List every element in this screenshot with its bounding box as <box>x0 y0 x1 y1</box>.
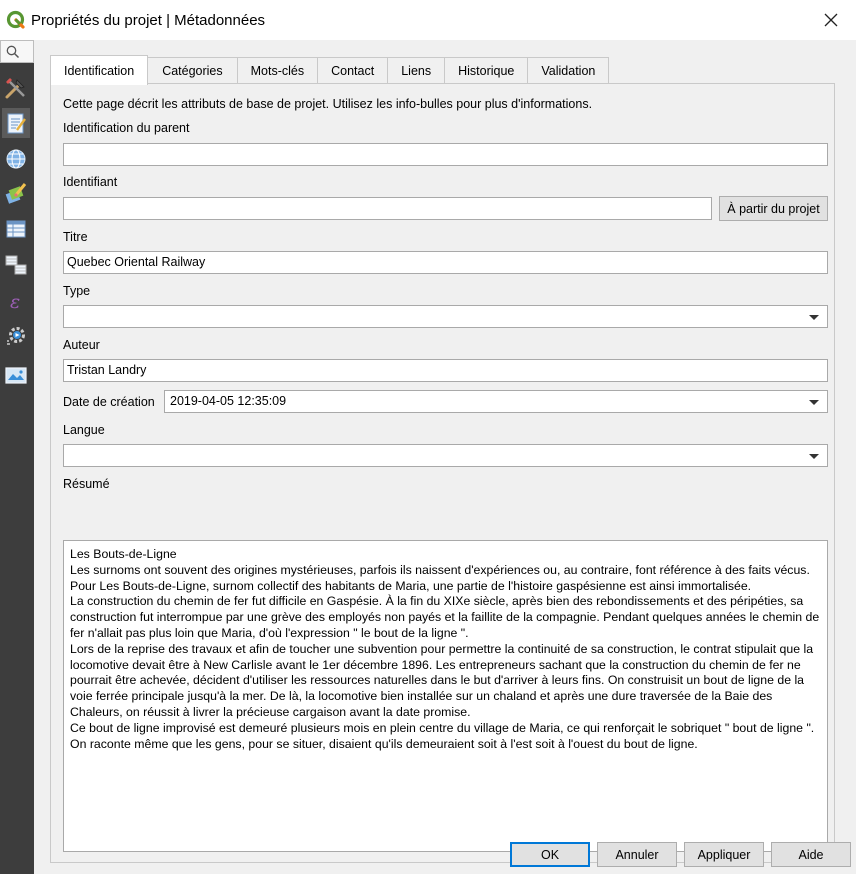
ok-button[interactable]: OK <box>510 842 590 867</box>
search-icon <box>6 45 20 59</box>
sidebar-search-input[interactable] <box>0 40 34 63</box>
title-bar: Propriétés du projet | Métadonnées <box>0 0 856 40</box>
window-title: Propriétés du projet | Métadonnées <box>31 12 266 29</box>
data-sources-icon <box>6 220 26 238</box>
tab-validation[interactable]: Validation <box>527 57 610 84</box>
help-button[interactable]: Aide <box>771 842 851 867</box>
abstract-paragraph: Lors de la reprise des travaux et afin d… <box>70 641 814 719</box>
apply-button[interactable]: Appliquer <box>684 842 764 867</box>
macros-icon <box>7 327 25 345</box>
general-settings-icon <box>5 78 25 99</box>
close-icon <box>824 13 838 27</box>
identifier-input[interactable] <box>63 197 712 220</box>
close-button[interactable] <box>820 9 842 31</box>
from-project-button[interactable]: À partir du projet <box>719 196 828 221</box>
tab-history[interactable]: Historique <box>444 57 529 84</box>
abstract-paragraph: La construction du chemin de fer fut dif… <box>70 594 820 640</box>
parent-identifier-label: Identification du parent <box>63 121 190 135</box>
identification-panel: Cette page décrit les attributs de base … <box>50 83 835 863</box>
qgis-logo-icon <box>6 10 26 30</box>
abstract-label: Résumé <box>63 477 110 491</box>
chevron-down-icon <box>809 454 819 459</box>
tab-bar: Identification Catégories Mots-clés Cont… <box>50 55 610 85</box>
language-label: Langue <box>63 423 105 437</box>
sidebar-item-metadata[interactable] <box>2 108 30 138</box>
abstract-paragraph: Ce bout de ligne improvisé est demeuré p… <box>70 720 815 751</box>
chevron-down-icon <box>809 400 819 405</box>
crs-globe-icon <box>6 149 26 169</box>
author-label: Auteur <box>63 338 100 352</box>
identifier-label: Identifiant <box>63 175 118 189</box>
sidebar-item-data-sources[interactable] <box>2 214 30 244</box>
tab-contact[interactable]: Contact <box>317 57 389 84</box>
author-input[interactable]: Tristan Landry <box>63 359 828 382</box>
sidebar-item-variables[interactable]: ε <box>2 286 30 316</box>
sidebar-item-crs[interactable] <box>2 144 30 174</box>
sidebar: ε <box>0 40 34 874</box>
metadata-icon <box>7 113 26 134</box>
default-styles-icon <box>5 183 27 204</box>
tab-keywords[interactable]: Mots-clés <box>236 57 319 84</box>
tab-categories[interactable]: Catégories <box>147 57 238 84</box>
variables-icon: ε <box>10 291 20 313</box>
type-combobox[interactable] <box>63 305 828 328</box>
sidebar-item-default-styles[interactable] <box>2 178 30 208</box>
title-label: Titre <box>63 230 88 244</box>
description-text: Cette page décrit les attributs de base … <box>63 97 593 111</box>
creation-date-value: 2019-04-05 12:35:09 <box>170 394 287 408</box>
sidebar-item-macros[interactable] <box>2 321 30 351</box>
main-area: Identification Catégories Mots-clés Cont… <box>34 40 856 874</box>
chevron-down-icon <box>809 315 819 320</box>
tab-links[interactable]: Liens <box>387 57 446 84</box>
type-label: Type <box>63 284 91 298</box>
sidebar-item-qgis-server[interactable] <box>2 360 30 390</box>
sidebar-item-general[interactable] <box>2 73 30 103</box>
abstract-textarea[interactable]: Les Bouts-de-Ligne Les surnoms ont souve… <box>63 540 828 852</box>
parent-identifier-input[interactable] <box>63 143 828 166</box>
svg-text:ε: ε <box>10 291 20 313</box>
language-combobox[interactable] <box>63 444 828 467</box>
title-input[interactable]: Quebec Oriental Railway <box>63 251 828 274</box>
abstract-paragraph: Les Bouts-de-Ligne <box>70 547 177 561</box>
tab-identification[interactable]: Identification <box>50 55 149 85</box>
sidebar-item-relations[interactable] <box>2 250 30 280</box>
qgis-server-icon <box>5 367 27 384</box>
creation-date-picker[interactable]: 2019-04-05 12:35:09 <box>164 390 828 413</box>
relations-icon <box>5 255 27 275</box>
creation-date-label: Date de création <box>63 395 155 409</box>
abstract-paragraph: Les surnoms ont souvent des origines mys… <box>70 562 810 593</box>
cancel-button[interactable]: Annuler <box>597 842 677 867</box>
